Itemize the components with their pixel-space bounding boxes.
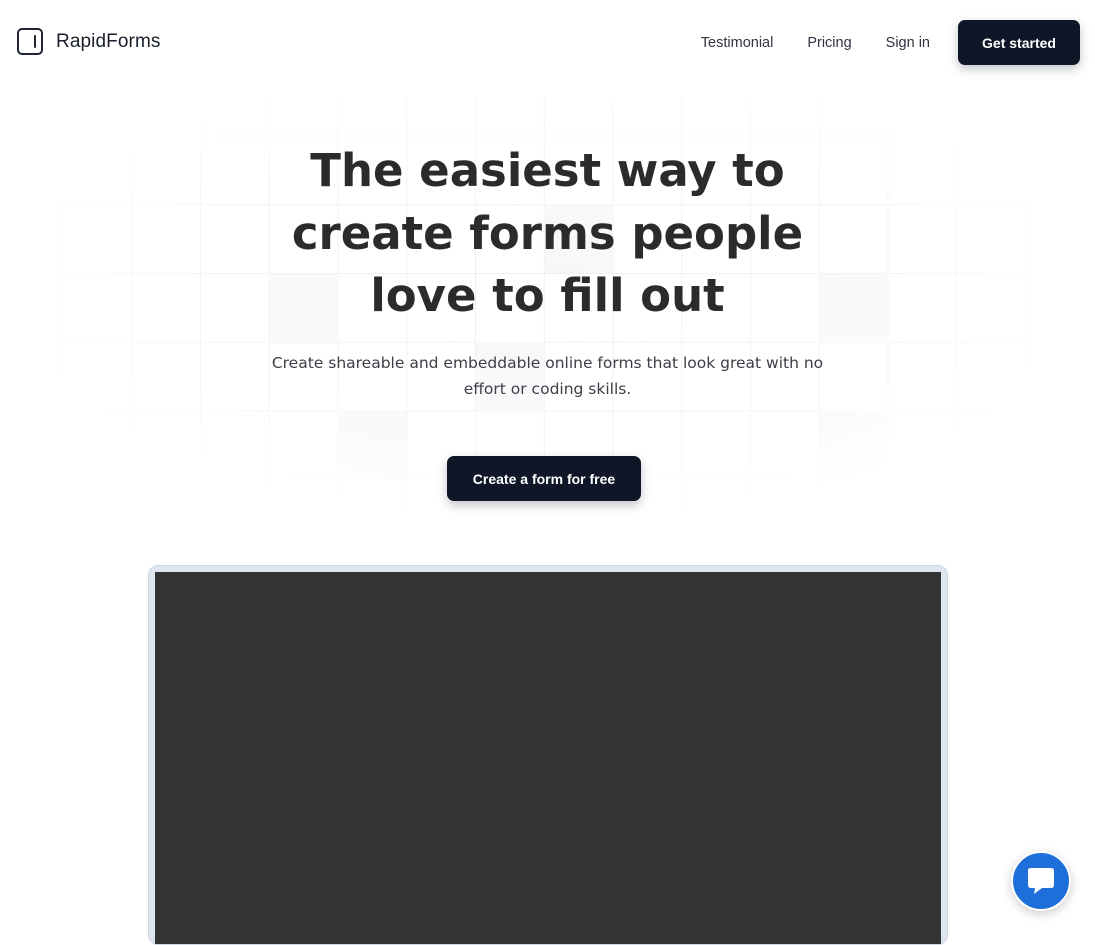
brand-logo[interactable]: RapidForms xyxy=(17,28,160,55)
get-started-button[interactable]: Get started xyxy=(958,20,1080,65)
hero-title-line: create forms people xyxy=(291,206,804,260)
nav-link-testimonial[interactable]: Testimonial xyxy=(701,35,774,51)
create-form-button[interactable]: Create a form for free xyxy=(447,456,641,501)
brand-name: RapidForms xyxy=(56,30,161,52)
site-header: RapidForms Testimonial Pricing Sign in G… xyxy=(0,0,1095,84)
form-panel-icon xyxy=(17,28,43,55)
hero-title-line: love to fill out xyxy=(370,269,725,322)
chat-bubble-icon xyxy=(1028,868,1054,894)
hero-subtitle: Create shareable and embeddable online f… xyxy=(258,350,838,402)
app-preview-frame xyxy=(148,565,948,945)
hero-subtitle-line: Create shareable and embeddable online f… xyxy=(271,353,824,372)
hero-title-line: The easiest way to xyxy=(310,144,785,197)
app-preview-video[interactable] xyxy=(155,572,941,944)
chat-launcher-button[interactable] xyxy=(1011,851,1071,911)
nav-link-sign-in[interactable]: Sign in xyxy=(886,35,930,51)
hero-title: The easiest way to create forms people l… xyxy=(288,140,808,328)
hero-section: The easiest way to create forms people l… xyxy=(0,140,1095,402)
top-nav: Testimonial Pricing Sign in Get started xyxy=(701,20,1080,65)
nav-link-pricing[interactable]: Pricing xyxy=(807,35,851,51)
hero-subtitle-line: effort or coding skills. xyxy=(463,379,632,398)
